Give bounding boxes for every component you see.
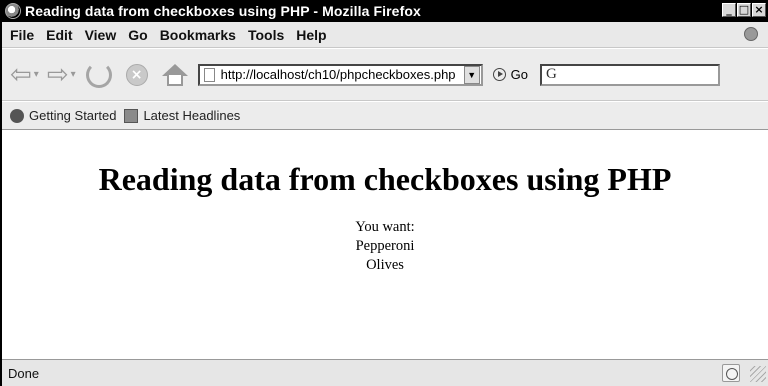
- page-heading: Reading data from checkboxes using PHP: [98, 161, 672, 197]
- browser-window: Reading data from checkboxes using PHP -…: [0, 0, 768, 386]
- go-button[interactable]: Go: [511, 67, 528, 82]
- bookmark-label: Latest Headlines: [143, 108, 241, 123]
- url-bar[interactable]: http://localhost/ch10/phpcheckboxes.php …: [197, 63, 483, 86]
- status-bar: Done: [2, 359, 768, 386]
- url-dropdown-button[interactable]: ▼: [463, 65, 480, 84]
- menu-tools[interactable]: Tools: [248, 27, 284, 43]
- firefox-app-icon[interactable]: [5, 3, 21, 19]
- menu-file[interactable]: File: [10, 27, 34, 43]
- throbber-icon: [744, 27, 758, 41]
- bookmarks-toolbar: Getting Started Latest Headlines: [2, 102, 768, 130]
- back-arrow-icon[interactable]: ⇦: [10, 62, 32, 88]
- maximize-button[interactable]: □: [737, 3, 751, 17]
- window-controls: _ □ ×: [722, 3, 766, 17]
- close-button[interactable]: ×: [752, 3, 766, 17]
- home-body-shape: [166, 74, 183, 86]
- output-intro: You want:: [355, 219, 415, 235]
- stop-icon[interactable]: ×: [125, 63, 148, 86]
- output-item: Olives: [366, 257, 404, 273]
- forward-dropdown-icon[interactable]: ▾: [71, 69, 76, 80]
- page-document-icon: [203, 67, 215, 82]
- home-icon[interactable]: [161, 62, 188, 88]
- menu-bar: File Edit View Go Bookmarks Tools Help: [2, 22, 768, 48]
- go-icon[interactable]: [492, 68, 506, 81]
- minimize-button[interactable]: _: [722, 3, 736, 17]
- forward-arrow-icon[interactable]: ⇨: [47, 62, 69, 88]
- rss-icon: [124, 108, 139, 123]
- firefox-icon: [10, 108, 24, 123]
- status-indicator-icon[interactable]: [722, 364, 740, 382]
- title-bar: Reading data from checkboxes using PHP -…: [2, 0, 768, 22]
- window-title: Reading data from checkboxes using PHP -…: [25, 3, 421, 19]
- menu-help[interactable]: Help: [296, 27, 326, 43]
- output-item: Pepperoni: [355, 238, 415, 254]
- url-input[interactable]: http://localhost/ch10/phpcheckboxes.php: [221, 67, 464, 82]
- menu-go[interactable]: Go: [128, 27, 147, 43]
- navigation-toolbar: ⇦ ▾ ⇨ ▾ × http://localhost/ch10/phpcheck…: [2, 49, 768, 101]
- back-dropdown-icon[interactable]: ▾: [34, 69, 39, 80]
- bookmark-label: Getting Started: [29, 108, 117, 123]
- reload-icon[interactable]: [85, 61, 112, 88]
- menu-view[interactable]: View: [85, 27, 117, 43]
- status-text: Done: [8, 365, 40, 381]
- menu-edit[interactable]: Edit: [46, 27, 72, 43]
- search-input[interactable]: G: [540, 63, 720, 86]
- bookmark-latest-headlines[interactable]: Latest Headlines: [124, 108, 240, 123]
- page-content: Reading data from checkboxes using PHP Y…: [2, 131, 768, 359]
- bookmark-getting-started[interactable]: Getting Started: [10, 108, 116, 123]
- resize-grip[interactable]: [750, 366, 766, 382]
- selection-output: You want: Pepperoni Olives: [2, 218, 768, 275]
- google-search-icon[interactable]: G: [546, 66, 557, 83]
- menu-bookmarks[interactable]: Bookmarks: [160, 27, 236, 43]
